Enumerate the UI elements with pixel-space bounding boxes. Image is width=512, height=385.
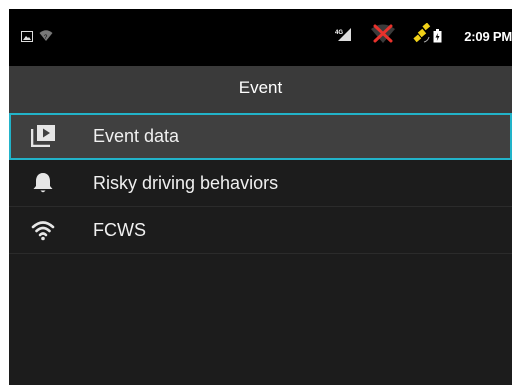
- menu-item-label: FCWS: [93, 220, 146, 240]
- menu-item-label: Risky driving behaviors: [93, 173, 279, 193]
- signal-4g-icon: 4G: [335, 28, 351, 41]
- gps-satellite-icon: [413, 23, 431, 43]
- battery-icon: [433, 29, 442, 43]
- video-library-icon: [31, 125, 55, 147]
- menu-item-event-data[interactable]: Event data: [9, 113, 512, 160]
- image-notification-icon: [21, 31, 33, 42]
- wifi-icon: [31, 221, 55, 241]
- svg-text:4G: 4G: [335, 30, 343, 36]
- device-screen: ? 4G 2:09 PM Event Event data Risky driv…: [9, 9, 512, 385]
- event-menu: Event data Risky driving behaviors FCWS: [9, 113, 512, 254]
- menu-item-risky-driving-behaviors[interactable]: Risky driving behaviors: [9, 160, 512, 207]
- empty-content-area: [9, 254, 512, 385]
- menu-item-label: Event data: [93, 126, 180, 146]
- title-bar: Event: [9, 66, 512, 114]
- status-bar: ? 4G 2:09 PM: [9, 9, 512, 66]
- wifi-question-icon: ?: [39, 30, 53, 41]
- status-time: 2:09 PM: [464, 29, 512, 44]
- bell-icon: [33, 173, 53, 193]
- page-title: Event: [238, 78, 283, 97]
- menu-item-fcws[interactable]: FCWS: [9, 207, 512, 254]
- no-signal-icon: [371, 24, 395, 43]
